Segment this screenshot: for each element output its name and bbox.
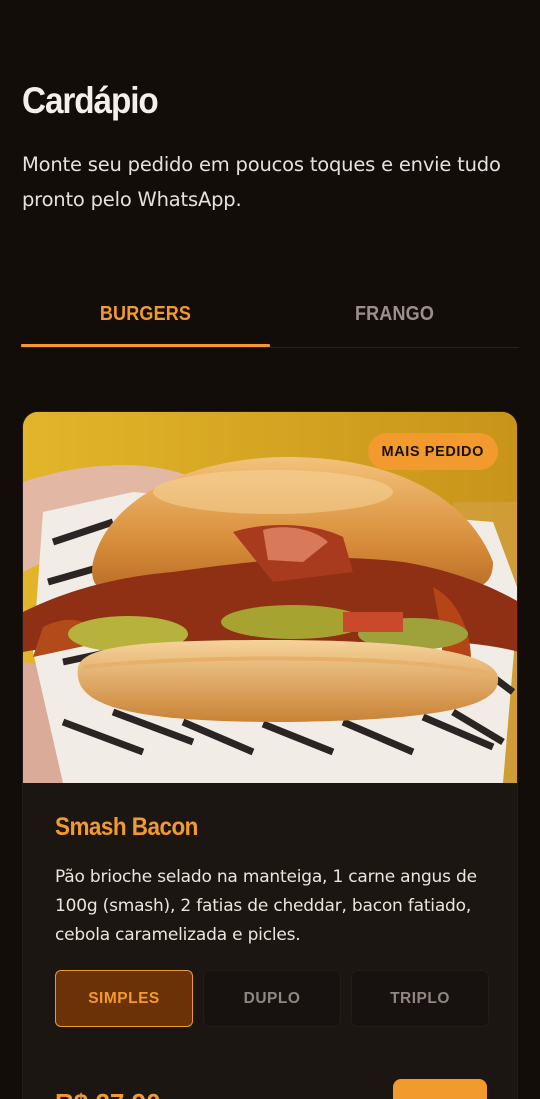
tab-frango[interactable]: FRANGO: [282, 282, 506, 347]
menu-page: Cardápio Monte seu pedido em poucos toqu…: [0, 0, 540, 1099]
size-option-simples[interactable]: SIMPLES: [55, 970, 193, 1027]
active-tab-indicator: [21, 344, 270, 347]
size-selector: SIMPLES DUPLO TRIPLO: [55, 970, 489, 1027]
size-option-duplo[interactable]: DUPLO: [203, 970, 341, 1027]
product-card: MAIS PEDIDO Smash Bacon Pão brioche sela…: [22, 411, 518, 1099]
product-photo: MAIS PEDIDO: [23, 412, 517, 783]
product-description: Pão brioche selado na manteiga, 1 carne …: [55, 867, 477, 945]
most-ordered-badge: MAIS PEDIDO: [367, 433, 498, 470]
page-subtitle: Monte seu pedido em poucos toques e envi…: [22, 153, 501, 211]
page-title: Cardápio: [22, 80, 159, 121]
category-tabs: BURGERS FRANGO: [21, 282, 519, 348]
size-option-triplo[interactable]: TRIPLO: [351, 970, 489, 1027]
tab-burgers[interactable]: BURGERS: [33, 282, 257, 347]
product-price: R$ 27,90: [55, 1088, 161, 1099]
add-to-order-button[interactable]: [393, 1079, 487, 1099]
product-name: Smash Bacon: [55, 813, 198, 841]
